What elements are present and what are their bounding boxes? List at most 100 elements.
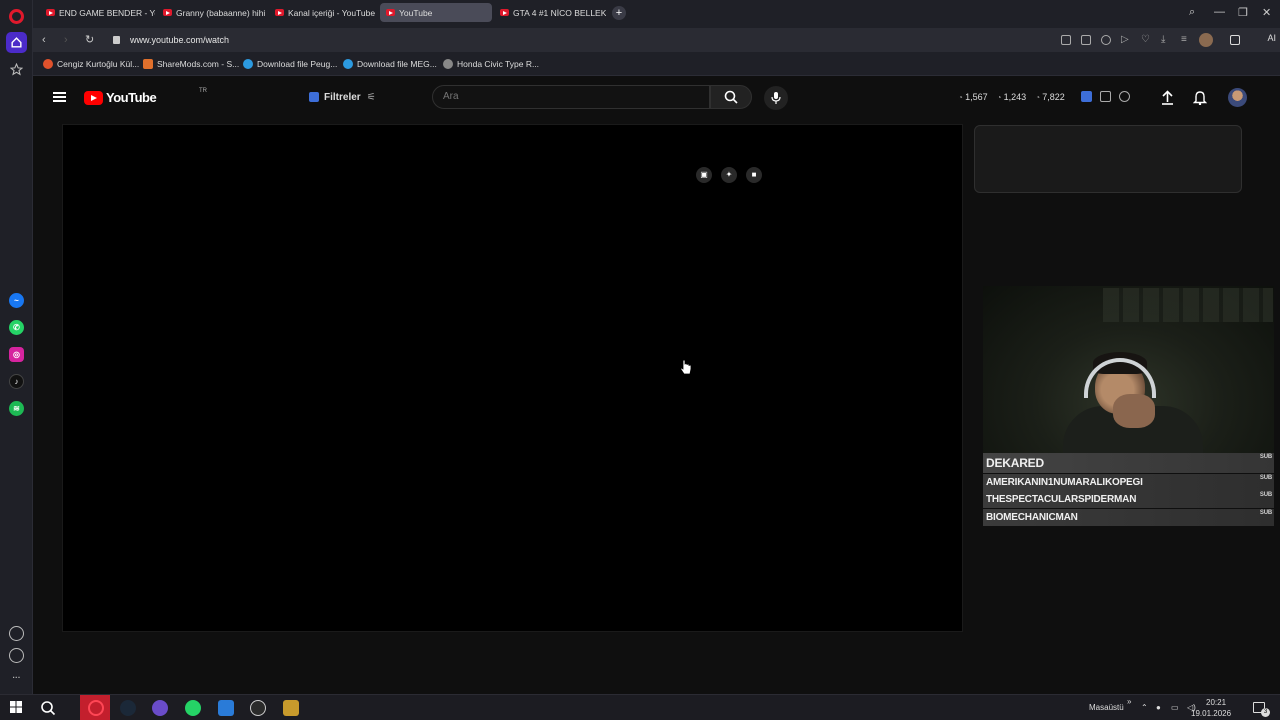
app-icon[interactable] (218, 700, 234, 716)
streamer-hand (1113, 394, 1155, 428)
microphone-icon[interactable]: ● (1156, 703, 1161, 712)
ai-button[interactable]: AI (1267, 33, 1276, 43)
close-icon[interactable]: ✕ (1262, 6, 1271, 19)
windows-taskbar: Masaüstü » ⌃ ● ▭ ◁) 20:21 19.01.2026 3 (0, 694, 1280, 720)
bookmark-label: Honda Civic Type R... (457, 59, 540, 69)
youtube-logo[interactable]: YouTube TR (84, 88, 207, 105)
chevron-up-icon[interactable]: ⌃ (1141, 703, 1148, 712)
vpn-icon[interactable] (1101, 35, 1111, 45)
game-icon[interactable] (283, 700, 299, 716)
stat-value: 1,243 (997, 92, 1027, 102)
windows-start-icon[interactable] (9, 700, 25, 716)
tiktok-icon[interactable]: ♪ (9, 374, 24, 389)
whatsapp-icon[interactable]: ✆ (9, 320, 24, 335)
bookmark-item[interactable]: Honda Civic Type R... (443, 59, 539, 69)
search-input[interactable] (443, 91, 693, 102)
search-icon (724, 90, 738, 104)
country-code: TR (199, 88, 207, 94)
youtube-play-icon (84, 90, 103, 105)
tray-overflow-icon[interactable]: » (1127, 697, 1131, 706)
tab[interactable]: Granny (babaanne) hihi k (157, 3, 265, 22)
profile-avatar[interactable] (1199, 33, 1213, 47)
home-icon[interactable] (6, 32, 27, 53)
magic-sparkle-icon[interactable]: ✦ (721, 167, 737, 183)
heart-icon[interactable]: ♡ (1141, 35, 1151, 45)
minimize-icon[interactable]: — (1214, 6, 1225, 18)
desktop-label[interactable]: Masaüstü (1089, 703, 1124, 712)
discord-icon[interactable] (152, 700, 168, 716)
youtube-favicon-icon (163, 9, 172, 16)
new-tab-button[interactable]: + (612, 6, 626, 20)
account-avatar[interactable] (1228, 88, 1247, 107)
camera-icon[interactable]: ■ (746, 167, 762, 183)
voice-search-button[interactable] (764, 86, 788, 110)
sub-badge: SUB (1259, 474, 1272, 481)
address-field-container: ‹ › ↻ www.youtube.com/watch ▷ ♡ ⤓ ≡ AI (33, 28, 1280, 52)
bookmark-item[interactable]: ShareMods.com - S... (143, 59, 239, 69)
extensions-icon[interactable] (1230, 35, 1240, 45)
download-icon[interactable]: ⤓ (1161, 35, 1171, 45)
opera-logo-icon[interactable] (9, 9, 24, 24)
star-icon[interactable] (6, 59, 27, 80)
video-player[interactable]: ▣ ✦ ■ (62, 124, 963, 632)
video-overlay-controls: ▣ ✦ ■ (696, 167, 762, 183)
obs-icon[interactable] (250, 700, 266, 716)
whatsapp-icon[interactable] (185, 700, 201, 716)
search-tabs-icon[interactable]: ⌕ (1189, 6, 1195, 19)
subscriber-row: BIOMECHANICMAN SUB (983, 508, 1274, 526)
maximize-icon[interactable]: ❐ (1238, 6, 1248, 19)
subscriber-name: BIOMECHANICMAN (986, 511, 1078, 523)
more-icon[interactable]: ··· (9, 670, 24, 685)
instagram-icon[interactable]: ◎ (9, 347, 24, 362)
tab[interactable]: END GAME BENDER - You (40, 3, 155, 22)
menu-icon[interactable]: ≡ (1181, 35, 1191, 45)
bookmark-item[interactable]: Cengiz Kurtoğlu Kül... (43, 59, 139, 69)
sub-badge: SUB (1259, 492, 1272, 498)
back-icon[interactable]: ‹ (42, 35, 52, 46)
network-icon[interactable]: ▭ (1171, 703, 1179, 712)
search-box (432, 85, 710, 109)
reload-icon[interactable]: ↻ (85, 35, 95, 46)
subscriber-row: THESPECTACULARSPIDERMAN SUB (983, 491, 1274, 508)
filters-button[interactable]: Filtreler ⚟ (309, 89, 376, 105)
sidebar-ad-placeholder (974, 125, 1242, 193)
play-icon[interactable]: ▷ (1121, 35, 1131, 45)
award-icon[interactable] (1119, 91, 1130, 102)
list-icon[interactable] (1100, 91, 1111, 102)
camera-icon[interactable] (1081, 35, 1091, 45)
hamburger-menu-icon[interactable] (53, 92, 66, 102)
history-icon[interactable] (9, 648, 24, 663)
upload-icon[interactable] (1161, 90, 1174, 110)
miniplayer-icon[interactable]: ▣ (696, 167, 712, 183)
messenger-icon[interactable]: ~ (9, 293, 24, 308)
tab[interactable]: GTA 4 #1 NİCO BELLEK - Y (494, 3, 606, 22)
edit-icon[interactable] (1061, 35, 1071, 45)
subscriber-name: THESPECTACULARSPIDERMAN (986, 494, 1137, 505)
clock[interactable]: 20:21 19.01.2026 (1191, 697, 1231, 719)
heart-icon[interactable] (9, 626, 24, 641)
tab-label: END GAME BENDER - You (59, 7, 155, 18)
forward-icon[interactable]: › (64, 35, 74, 46)
notification-count-badge: 3 (1261, 708, 1270, 717)
tab[interactable]: Kanal içeriği - YouTube St (269, 3, 377, 22)
search-button[interactable] (710, 85, 752, 109)
extension-icon[interactable] (1081, 91, 1092, 102)
steam-icon[interactable] (120, 700, 136, 716)
youtube-favicon-icon (275, 9, 284, 16)
clock-date: 19.01.2026 (1191, 709, 1232, 718)
search-icon[interactable] (40, 700, 56, 716)
webcam-overlay (983, 286, 1274, 453)
opera-gx-icon[interactable] (88, 700, 104, 716)
tab-active[interactable]: YouTube (380, 3, 492, 22)
bookmark-item[interactable]: Download file Peug... (243, 59, 337, 69)
microphone-icon (771, 92, 781, 104)
spotify-icon[interactable]: ≋ (9, 401, 24, 416)
subscriber-row: DEKARED SUB (983, 453, 1274, 473)
bookmark-item[interactable]: Download file MEG... (343, 59, 437, 69)
url-field[interactable]: www.youtube.com/watch (130, 35, 229, 45)
youtube-favicon-icon (46, 9, 55, 16)
notifications-bell-icon[interactable] (1192, 90, 1208, 110)
subscriber-name: AMERIKANIN1NUMARALIKOPEGI (986, 476, 1143, 488)
youtube-logo-text: YouTube (106, 90, 157, 105)
youtube-favicon-icon (500, 9, 509, 16)
